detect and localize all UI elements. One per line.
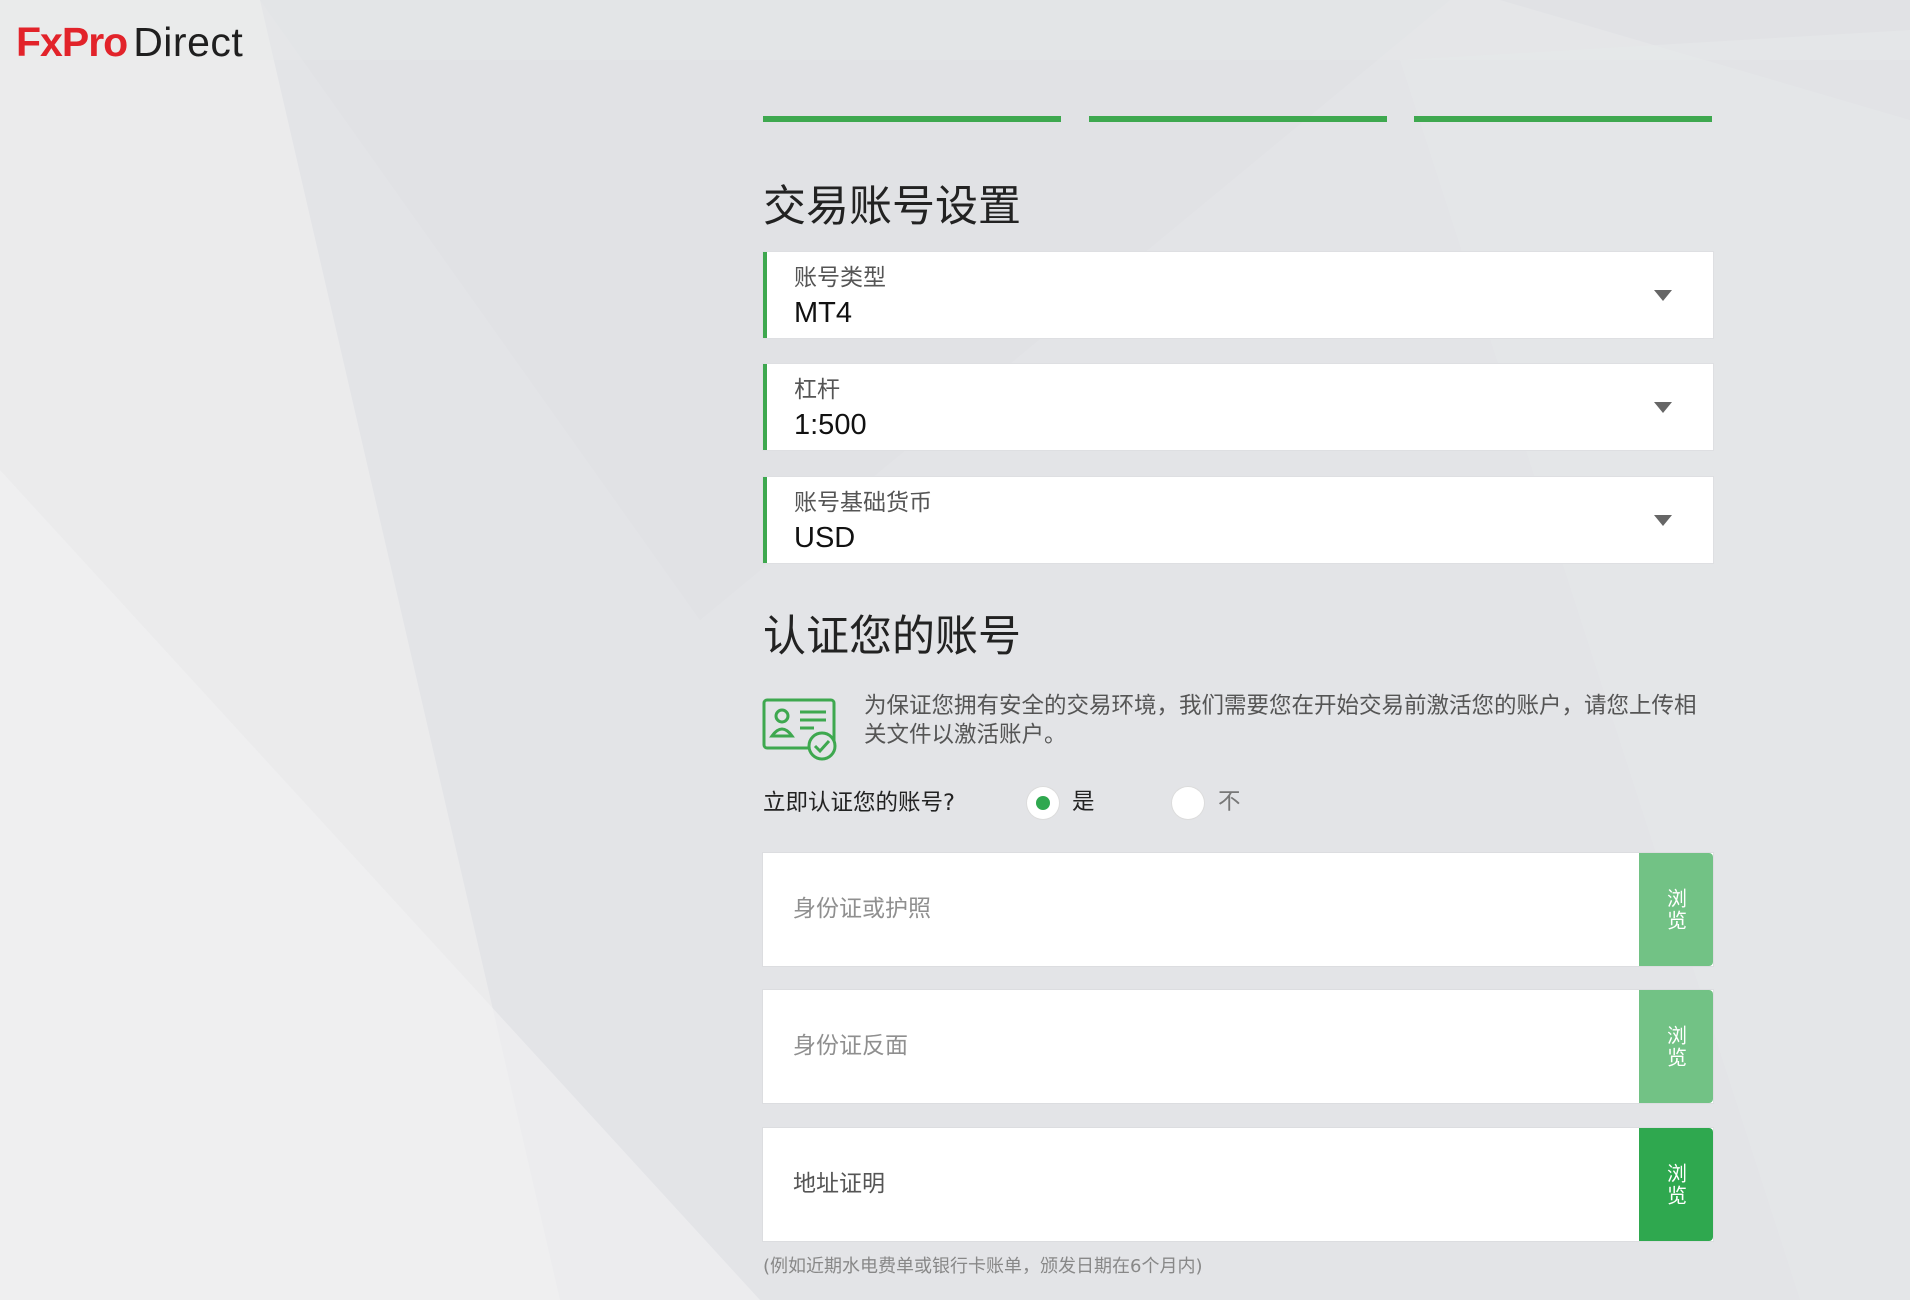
verify-no-radio[interactable] [1172, 787, 1204, 819]
id-back-upload-field[interactable]: 身份证反面 浏览 [763, 990, 1713, 1103]
id-passport-browse-button[interactable]: 浏览 [1639, 853, 1713, 966]
radio-selected-dot [1036, 796, 1050, 810]
base-currency-select[interactable]: 账号基础货币 USD [763, 477, 1713, 563]
id-back-placeholder: 身份证反面 [793, 1033, 908, 1059]
address-proof-placeholder: 地址证明 [793, 1171, 885, 1197]
verify-yes-label[interactable]: 是 [1072, 787, 1095, 817]
leverage-value: 1:500 [794, 409, 867, 441]
account-type-label: 账号类型 [794, 265, 886, 291]
account-type-select[interactable]: 账号类型 MT4 [763, 252, 1713, 338]
registration-page: FxPro Direct 交易账号设置 账号类型 MT4 杠杆 1:500 账号… [0, 0, 1910, 1300]
verify-now-question: 立即认证您的账号? [763, 790, 955, 816]
account-setup-heading: 交易账号设置 [763, 182, 1021, 232]
logo-fxpro-text: FxPro [16, 19, 128, 65]
address-proof-hint: (例如近期水电费单或银行卡账单，颁发日期在6个月内) [763, 1256, 1203, 1277]
progress-steps [763, 116, 1712, 122]
verify-account-heading: 认证您的账号 [763, 612, 1021, 662]
address-proof-browse-button[interactable]: 浏览 [1639, 1128, 1713, 1241]
progress-step-2 [1088, 116, 1387, 122]
fxpro-direct-logo[interactable]: FxPro Direct [16, 18, 243, 66]
base-currency-label: 账号基础货币 [794, 490, 932, 516]
chevron-down-icon[interactable] [1654, 515, 1672, 526]
progress-step-3 [1414, 116, 1712, 122]
id-card-check-icon [762, 698, 837, 761]
id-back-browse-button[interactable]: 浏览 [1639, 990, 1713, 1103]
id-passport-upload-field[interactable]: 身份证或护照 浏览 [763, 853, 1713, 966]
progress-step-1 [763, 116, 1061, 122]
id-passport-placeholder: 身份证或护照 [793, 896, 931, 922]
logo-direct-text: Direct [133, 19, 244, 65]
chevron-down-icon[interactable] [1654, 290, 1672, 301]
base-currency-value: USD [794, 522, 856, 554]
chevron-down-icon[interactable] [1654, 402, 1672, 413]
verify-yes-radio[interactable] [1027, 787, 1059, 819]
verify-no-label[interactable]: 不 [1218, 787, 1241, 817]
leverage-select[interactable]: 杠杆 1:500 [763, 364, 1713, 450]
account-type-value: MT4 [794, 297, 852, 329]
verification-notice: 为保证您拥有安全的交易环境，我们需要您在开始交易前激活您的账户，请您上传相关文件… [864, 693, 1697, 748]
leverage-label: 杠杆 [794, 377, 840, 403]
address-proof-upload-field[interactable]: 地址证明 浏览 [763, 1128, 1713, 1241]
